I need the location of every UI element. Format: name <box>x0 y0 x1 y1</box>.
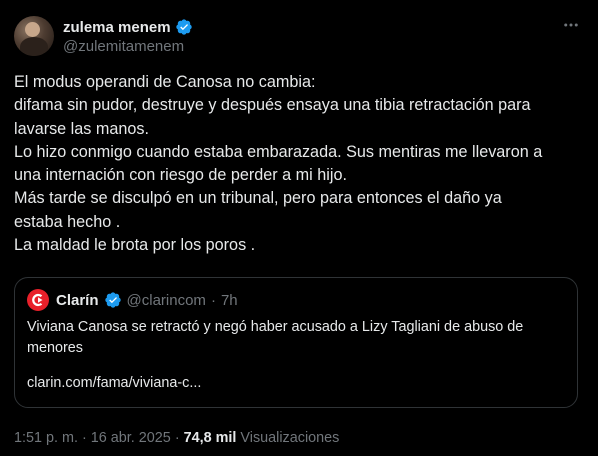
author-name-row: zulema menem <box>63 17 193 37</box>
tweet-text-line: lavarse las manos. <box>14 119 149 138</box>
more-options-button[interactable] <box>560 14 582 36</box>
quoted-link[interactable]: clarin.com/fama/viviana-c... <box>27 375 201 391</box>
tweet-text-line: estaba hecho . <box>14 212 121 231</box>
tweet-text-line: La maldad le brota por los poros . <box>14 236 256 255</box>
tweet-timestamp[interactable]: 1:51 p. m. · 16 abr. 2025 <box>14 430 171 446</box>
quoted-author-name: Clarín <box>56 291 99 309</box>
views-label: Visualizaciones <box>240 430 340 446</box>
quoted-author-handle: @clarincom <box>126 291 206 309</box>
tweet-text-line: difama sin pudor, destruye y después ens… <box>14 96 531 115</box>
quoted-tweet-header: Clarín @clarincom · 7h <box>27 289 238 311</box>
tweet-text-line: El modus operandi de Canosa no cambia: <box>14 73 316 91</box>
tweet: zulema menem @zulemitamenem El modus ope… <box>0 0 598 456</box>
tweet-text-line: una internación con riesgo de perder a m… <box>14 166 347 185</box>
footer-separator: · <box>174 430 180 446</box>
quoted-tweet-text: Viviana Canosa se retractó y negó haber … <box>27 319 524 356</box>
tweet-text: El modus operandi de Canosa no cambia: d… <box>14 71 584 257</box>
verified-badge-icon <box>104 292 121 308</box>
clarin-logo-icon <box>27 289 49 311</box>
views-count: 74,8 mil <box>183 430 237 446</box>
tweet-text-line: Lo hizo conmigo cuando estaba embarazada… <box>14 142 543 161</box>
tweet-header: zulema menem @zulemitamenem <box>14 14 584 62</box>
author-display-name[interactable]: zulema menem <box>63 19 171 36</box>
tweet-text-line: Más tarde se disculpó en un tribunal, pe… <box>14 189 502 208</box>
quoted-timestamp[interactable]: 7h <box>221 292 238 309</box>
more-options-icon <box>564 23 578 27</box>
verified-badge-icon <box>175 19 192 35</box>
avatar[interactable] <box>14 16 54 56</box>
quoted-tweet-card[interactable]: Clarín @clarincom · 7h Viviana Canosa se… <box>14 277 578 408</box>
quoted-separator: · <box>210 291 216 309</box>
author-handle[interactable]: @zulemitamenem <box>63 38 184 55</box>
tweet-footer: 1:51 p. m. · 16 abr. 2025 · 74,8 mil Vis… <box>14 428 339 448</box>
